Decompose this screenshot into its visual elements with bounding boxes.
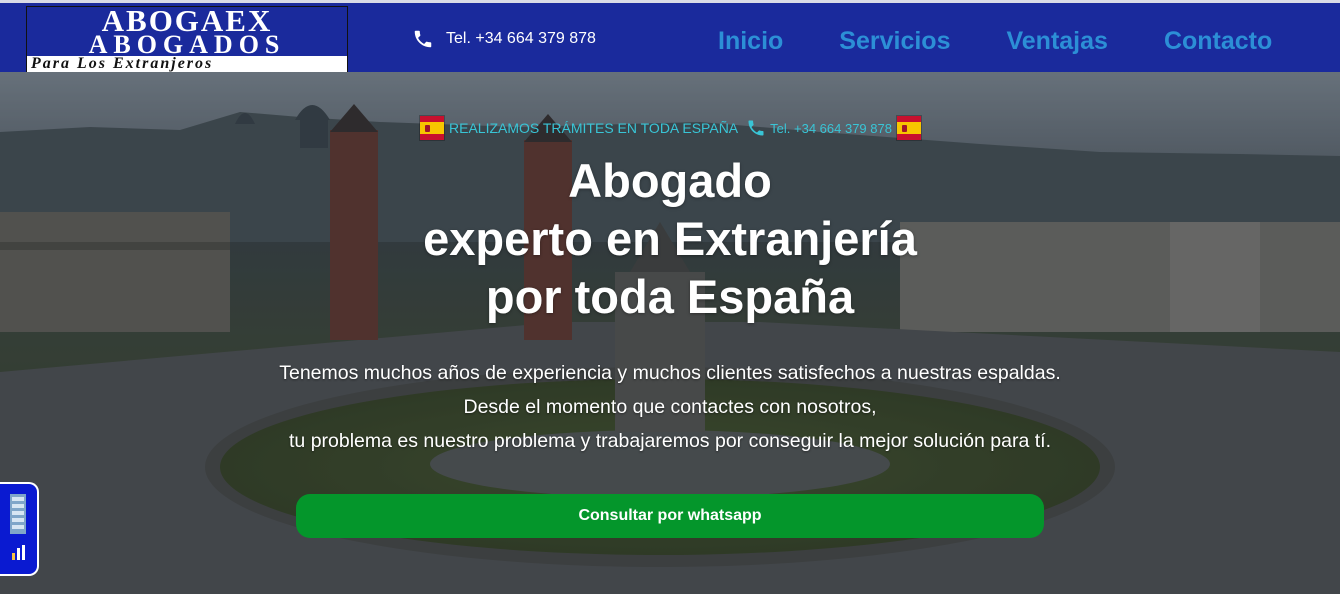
- hero-topline: REALIZAMOS TRÁMITES EN TODA ESPAÑA Tel. …: [419, 114, 922, 142]
- hero-subtitle-line: Desde el momento que contactes con nosot…: [463, 396, 877, 418]
- nav-servicios[interactable]: Servicios: [821, 23, 968, 59]
- phone-icon: [414, 30, 432, 48]
- hero-title-line: experto en Extranjería: [423, 212, 917, 265]
- header-phone-text: Tel. +34 664 379 878: [446, 30, 596, 47]
- topline-phone[interactable]: Tel. +34 664 379 878: [770, 121, 892, 136]
- logo[interactable]: ABOGAEX ABOGADOS Para Los Extranjeros: [26, 5, 348, 73]
- phone-icon: [748, 120, 764, 136]
- header-phone[interactable]: Tel. +34 664 379 878: [412, 25, 596, 53]
- hero-title-line: por toda España: [485, 270, 855, 323]
- topline-text: REALIZAMOS TRÁMITES EN TODA ESPAÑA: [449, 120, 739, 136]
- spain-flag-icon: [419, 115, 445, 141]
- stats-icon: [12, 545, 25, 560]
- logo-banner: ABOGAEX ABOGADOS: [27, 5, 347, 59]
- hero-subtitle-line: Tenemos muchos años de experiencia y muc…: [279, 362, 1061, 384]
- site-header: ABOGAEX ABOGADOS Para Los Extranjeros Te…: [0, 0, 1340, 73]
- accessibility-widget[interactable]: [0, 482, 39, 576]
- spain-flag-icon: [895, 115, 922, 141]
- logo-line2: ABOGADOS: [88, 30, 286, 59]
- hero-subtitle-line: tu problema es nuestro problema y trabaj…: [289, 430, 1051, 452]
- nav-ventajas[interactable]: Ventajas: [988, 23, 1125, 59]
- logo-tagline: Para Los Extranjeros: [31, 55, 214, 72]
- main-nav: Inicio Servicios Ventajas Contacto: [690, 23, 1300, 59]
- hero-section: REALIZAMOS TRÁMITES EN TODA ESPAÑA Tel. …: [0, 72, 1340, 594]
- hero-subtitle: Tenemos muchos años de experiencia y muc…: [0, 356, 1340, 458]
- whatsapp-consult-button[interactable]: Consultar por whatsapp: [296, 494, 1044, 538]
- hero-title: Abogado experto en Extranjería por toda …: [0, 152, 1340, 326]
- hero-title-line: Abogado: [568, 154, 772, 207]
- accessibility-widget-icon: [10, 494, 26, 534]
- nav-inicio[interactable]: Inicio: [700, 23, 801, 59]
- nav-contacto[interactable]: Contacto: [1146, 23, 1290, 59]
